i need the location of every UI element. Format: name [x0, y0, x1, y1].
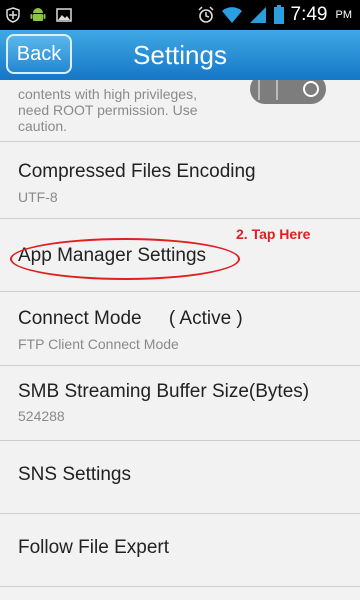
signal-icon [249, 7, 266, 23]
android-icon [30, 8, 46, 21]
root-privileges-desc: contents with high privileges, need ROOT… [18, 86, 198, 134]
alarm-icon [197, 6, 214, 23]
highlight-ellipse [10, 238, 240, 280]
clock-time: 7:49 [290, 4, 328, 25]
settings-item-compressed-files-encoding[interactable]: Compressed Files Encoding UTF-8 [0, 142, 360, 219]
settings-item-smb-buffer-size[interactable]: SMB Streaming Buffer Size(Bytes) 524288 [0, 366, 360, 441]
toggle-grip-icon [258, 80, 278, 100]
item-subtitle: FTP Client Connect Mode [18, 336, 179, 352]
item-title: SMB Streaming Buffer Size(Bytes) [18, 381, 310, 402]
item-title: Connect Mode ( Active ) [18, 308, 243, 330]
status-bar: 7:49 PM [0, 0, 360, 30]
shield-icon [6, 7, 20, 23]
image-icon [56, 8, 72, 22]
item-subtitle: UTF-8 [18, 189, 58, 205]
wifi-icon [221, 7, 242, 23]
connect-mode-label: Connect Mode [18, 308, 142, 329]
settings-item-sns[interactable]: SNS Settings [0, 441, 360, 514]
title-bar: Back Settings [0, 30, 360, 80]
item-title: Compressed Files Encoding [18, 161, 256, 182]
back-button[interactable]: Back [6, 34, 72, 74]
settings-item-connect-mode[interactable]: Connect Mode ( Active ) FTP Client Conne… [0, 292, 360, 366]
item-title: SNS Settings [18, 464, 131, 485]
connect-mode-status: ( Active ) [168, 308, 243, 329]
root-privileges-toggle[interactable] [250, 80, 326, 104]
toggle-off-icon [303, 81, 319, 97]
tap-here-annotation: 2. Tap Here [236, 226, 311, 242]
item-title: Follow File Expert [18, 537, 169, 558]
settings-list[interactable]: contents with high privileges, need ROOT… [0, 80, 360, 600]
battery-icon [273, 5, 284, 24]
root-privileges-item[interactable]: contents with high privileges, need ROOT… [0, 80, 360, 142]
settings-item-follow-file-expert[interactable]: Follow File Expert [0, 514, 360, 587]
item-subtitle: 524288 [18, 408, 65, 424]
clock-ampm: PM [335, 9, 353, 21]
